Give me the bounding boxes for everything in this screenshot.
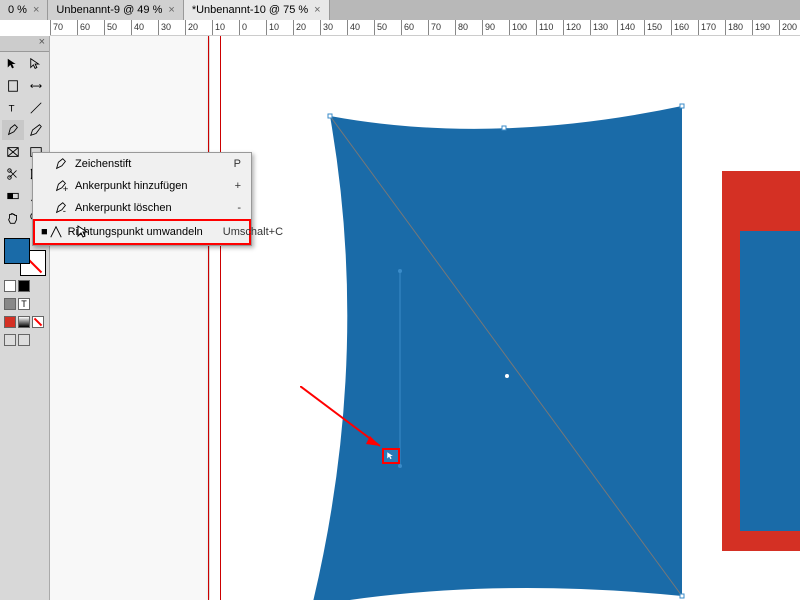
view-mode-normal-icon[interactable]	[4, 334, 16, 346]
ruler-tick: 70	[53, 22, 63, 32]
svg-text:-: -	[63, 206, 66, 215]
menu-item-pen[interactable]: Zeichenstift P	[33, 153, 251, 175]
menu-label: Zeichenstift	[75, 158, 214, 170]
apply-color-icon[interactable]	[4, 316, 16, 328]
canvas[interactable]	[50, 36, 800, 600]
ruler-tick: 150	[647, 22, 662, 32]
pen-minus-icon: -	[51, 201, 71, 215]
tab-doc-1[interactable]: Unbenannt-9 @ 49 % ×	[48, 0, 183, 20]
pencil-tool[interactable]	[26, 120, 48, 140]
ruler-tick: 50	[107, 22, 117, 32]
ruler-tick: 60	[80, 22, 90, 32]
line-tool[interactable]	[26, 98, 48, 118]
selection-tool[interactable]	[2, 54, 24, 74]
ruler-tick: 110	[539, 22, 553, 32]
guide-vertical[interactable]	[220, 36, 221, 600]
svg-text:T: T	[8, 104, 14, 115]
ruler-tick: 140	[620, 22, 635, 32]
ruler-tick: 170	[701, 22, 716, 32]
pen-tool[interactable]	[2, 120, 24, 140]
convert-point-icon	[48, 225, 64, 239]
anchor-point-indicator[interactable]	[382, 448, 400, 464]
gradient-tool[interactable]	[2, 186, 24, 206]
close-icon[interactable]: ×	[39, 36, 45, 51]
rectangle-frame-tool[interactable]	[2, 142, 24, 162]
ruler-tick: 70	[431, 22, 441, 32]
menu-item-convert-direction[interactable]: ■ Richtungspunkt umwandeln Umschalt+C	[33, 219, 251, 245]
fill-swatch[interactable]	[4, 238, 30, 264]
document-tabs: 0 % × Unbenannt-9 @ 49 % × *Unbenannt-10…	[0, 0, 800, 20]
cursor-icon	[76, 224, 92, 240]
ruler-tick: 100	[512, 22, 527, 32]
apply-gradient-icon[interactable]	[18, 316, 30, 328]
ruler-tick: 190	[755, 22, 770, 32]
format-container-icon[interactable]	[4, 298, 16, 310]
ruler-tick: 60	[404, 22, 414, 32]
close-icon[interactable]: ×	[168, 4, 174, 16]
ruler-tick: 160	[674, 22, 689, 32]
type-tool[interactable]: T	[2, 98, 24, 118]
pen-tool-flyout-menu: Zeichenstift P + Ankerpunkt hinzufügen +…	[32, 152, 252, 246]
menu-label: Ankerpunkt löschen	[75, 202, 217, 214]
ruler-tick: 200	[782, 22, 797, 32]
menu-item-delete-anchor[interactable]: - Ankerpunkt löschen -	[33, 197, 251, 219]
view-mode-preview-icon[interactable]	[18, 334, 30, 346]
menu-item-add-anchor[interactable]: + Ankerpunkt hinzufügen +	[33, 175, 251, 197]
close-icon[interactable]: ×	[33, 4, 39, 16]
ruler-tick: 10	[269, 22, 279, 32]
direct-selection-tool[interactable]	[26, 54, 48, 74]
rectangle-shape[interactable]	[740, 231, 800, 531]
panel-tab: ×	[0, 36, 49, 52]
menu-shortcut: +	[235, 180, 241, 192]
tab-doc-0[interactable]: 0 % ×	[0, 0, 48, 20]
pen-icon	[51, 157, 71, 171]
menu-label: Ankerpunkt hinzufügen	[75, 180, 215, 192]
apply-none-icon[interactable]	[32, 316, 44, 328]
format-text-icon[interactable]: T	[18, 298, 30, 310]
ruler-tick: 50	[377, 22, 387, 32]
ruler-tick: 20	[296, 22, 306, 32]
ruler-tick: 180	[728, 22, 743, 32]
ruler-tick: 10	[215, 22, 225, 32]
ruler-tick: 40	[350, 22, 360, 32]
ruler-tick: 120	[566, 22, 581, 32]
menu-check-icon: ■	[41, 226, 48, 238]
ruler-tick: 40	[134, 22, 144, 32]
tab-label: Unbenannt-9 @ 49 %	[56, 4, 162, 16]
ruler-tick: 20	[188, 22, 198, 32]
tab-label: 0 %	[8, 4, 27, 16]
ruler-tick: 30	[161, 22, 171, 32]
scissors-tool[interactable]	[2, 164, 24, 184]
ruler-tick: 0	[242, 22, 247, 32]
menu-shortcut: P	[234, 158, 241, 170]
hand-tool[interactable]	[2, 208, 24, 228]
ruler-tick: 30	[323, 22, 333, 32]
ruler-tick: 90	[485, 22, 495, 32]
toolbox-panel: × T	[0, 36, 50, 600]
tab-label: *Unbenannt-10 @ 75 %	[192, 4, 308, 16]
swap-fill-stroke-icon[interactable]	[4, 280, 16, 292]
menu-shortcut: Umschalt+C	[223, 226, 283, 238]
menu-shortcut: -	[237, 202, 241, 214]
vector-shape[interactable]	[282, 96, 702, 600]
pen-plus-icon: +	[51, 179, 71, 193]
color-swatches: T	[2, 236, 47, 348]
ruler-tick: 80	[458, 22, 468, 32]
page-tool[interactable]	[2, 76, 24, 96]
default-colors-icon[interactable]	[18, 280, 30, 292]
ruler-tick: 130	[593, 22, 608, 32]
tab-doc-2[interactable]: *Unbenannt-10 @ 75 % ×	[184, 0, 330, 20]
close-icon[interactable]: ×	[314, 4, 320, 16]
gap-tool[interactable]	[26, 76, 48, 96]
svg-text:+: +	[63, 184, 69, 193]
horizontal-ruler: 70 60 50 40 30 20 10 0 10 20 30 40 50 60…	[50, 20, 800, 36]
guide-vertical[interactable]	[208, 36, 209, 600]
